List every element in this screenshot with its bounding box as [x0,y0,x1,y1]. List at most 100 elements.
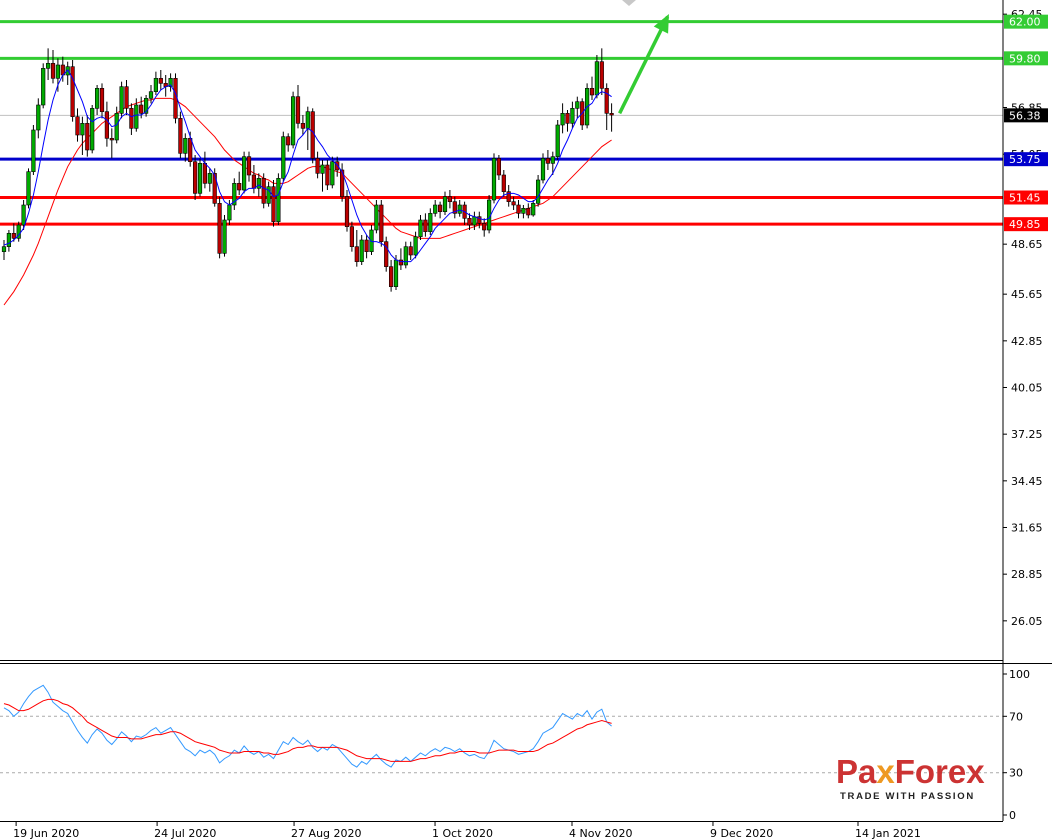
candle [379,200,384,247]
candle-body [75,116,80,136]
current-price-label: 56.38 [1004,108,1048,123]
candle-body [310,111,315,159]
time-tick-label: 24 Jul 2020 [154,827,216,840]
candle [276,173,281,225]
candle-body [550,156,555,164]
candle [31,125,36,175]
candle-body [237,183,242,191]
candle-body [183,138,188,154]
candle [70,60,75,122]
candle-body [374,204,379,231]
candle-body [403,246,408,266]
candle-body [408,246,413,256]
candle-body [41,68,46,106]
price-tick-label: 31.65 [1011,522,1043,535]
candle-body [565,113,570,124]
time-tick-label: 4 Nov 2020 [569,827,632,840]
candle [197,158,203,197]
candle-body [472,216,477,226]
candle [491,153,497,204]
candle-body [575,101,580,109]
candle-body [139,104,144,114]
candle-body [344,196,350,227]
candle-body [158,78,163,84]
candle-body [124,86,129,109]
candle [535,175,541,207]
candle-body [217,203,222,254]
price-tick-label: 40.05 [1011,382,1043,395]
candle-body [246,156,252,176]
candle-body [330,161,335,186]
brand-word-x: x [876,753,895,790]
level-tag-label: 53.75 [1009,153,1041,166]
candle-body [178,118,183,154]
candle-body [281,136,286,179]
candle-body [99,88,105,112]
candle-body [325,164,330,186]
candle-body [388,266,394,287]
level-tag-label: 62.00 [1009,16,1041,29]
level-tag: 59.80 [1004,51,1048,66]
candle-body [286,136,291,146]
candle-body [193,161,198,194]
price-tick-label: 48.65 [1011,238,1043,251]
candle-body [222,219,227,254]
price-tick-label: 45.65 [1011,288,1043,301]
time-tick-label: 19 Jun 2020 [13,827,79,840]
candle-body [50,63,56,79]
candle-body [599,61,604,89]
price-tick-label: 37.25 [1011,428,1043,441]
price-tick-label: 26.05 [1011,615,1043,628]
candle-body [437,204,443,212]
candle-body [423,219,428,232]
candle [178,111,183,159]
price-tick-label: 42.85 [1011,335,1043,348]
candle-body [457,204,462,214]
candle-body [55,64,60,79]
level-tag-label: 59.80 [1009,52,1041,65]
candle-body [95,88,100,109]
price-tick-label: 34.45 [1011,475,1043,488]
candle-body [256,178,261,189]
candle [271,180,276,227]
time-tick-label: 27 Aug 2020 [291,827,361,840]
candle-body [114,113,119,141]
candle [555,120,560,160]
candle-body [511,201,516,206]
candle-body [540,158,546,181]
candle [144,95,149,117]
candle-body [276,178,281,222]
candle-body [501,174,506,192]
candle-body [535,179,541,204]
candle [193,155,198,200]
candle-body [11,233,16,239]
level-tag: 49.85 [1004,217,1048,232]
candle-body [21,204,26,226]
candle [217,196,222,259]
candle-body [496,158,502,176]
candle [486,195,492,234]
candle-body [555,124,560,157]
candle-body [129,108,134,129]
candle-body [80,123,85,136]
candle-body [315,158,320,174]
candle-body [242,156,247,191]
candle [374,200,379,234]
candle [90,105,95,154]
candle-body [604,88,609,114]
candle-body [428,213,433,232]
candle [242,151,247,194]
candle-body [6,233,11,247]
candle-body [134,104,139,129]
candle-body [26,171,31,206]
oscillator-tick-label: 30 [1009,767,1023,780]
candle-body [482,223,487,231]
candle-body [85,123,90,151]
candle-body [393,259,399,287]
candle-body [521,208,526,214]
current-price-value: 56.38 [1009,109,1041,122]
candle-body [545,158,550,164]
candle [281,131,286,182]
candle-body [119,86,124,114]
candle-body [516,204,521,214]
